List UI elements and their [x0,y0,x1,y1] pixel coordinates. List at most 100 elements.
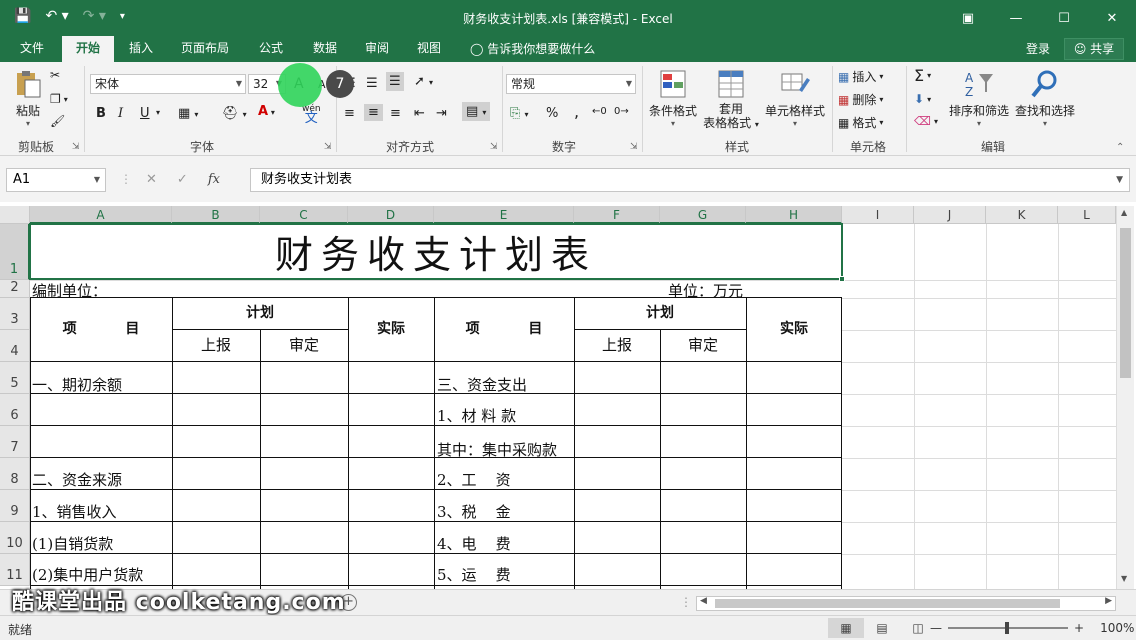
share-button[interactable]: ☺ 共享 [1064,38,1124,60]
phonetic-guide-icon[interactable]: wén 文 [302,104,321,125]
tab-insert[interactable]: 插入 [118,36,164,62]
right-item-cell[interactable]: 5、运 费 [437,564,511,585]
column-header-i[interactable]: I [842,206,914,224]
normal-view-icon[interactable]: ▦ [828,618,864,638]
fill-icon[interactable]: ⬇ ▾ [914,92,931,106]
copy-icon[interactable]: ❐ ▾ [50,92,68,106]
zoom-level[interactable]: 100% [1100,621,1134,635]
align-center-icon[interactable]: ≡ [364,104,383,121]
name-box[interactable]: A1 ▼ [6,168,106,192]
format-cells-button[interactable]: ▦ 格式 ▾ [838,114,883,131]
select-all-corner[interactable] [0,206,30,224]
font-color-icon[interactable]: A ▾ [258,104,275,119]
header-plan-left[interactable]: 计划 [172,302,348,322]
right-item-cell[interactable]: 4、电 费 [437,533,511,554]
tab-page-layout[interactable]: 页面布局 [172,36,238,62]
right-item-cell[interactable]: 3、税 金 [437,501,511,522]
scroll-left-icon[interactable]: ◀ [700,596,707,606]
right-item-cell[interactable]: 三、资金支出 [437,374,527,395]
column-header-g[interactable]: G [660,206,746,224]
insert-function-icon[interactable]: fx [208,172,220,187]
underline-button[interactable]: U [140,106,150,121]
tab-review[interactable]: 审阅 [354,36,400,62]
clipboard-launcher-icon[interactable]: ⇲ [72,142,80,152]
zoom-out-icon[interactable]: — [930,621,942,635]
zoom-slider[interactable] [948,622,1068,634]
align-bottom-icon[interactable]: ☰ [386,72,404,91]
collapse-ribbon-icon[interactable]: ⌃ [1116,142,1124,153]
percent-button[interactable]: % [546,106,558,121]
fill-handle[interactable] [839,276,845,282]
insert-cells-button[interactable]: ▦ 插入 ▾ [838,68,883,85]
column-header-j[interactable]: J [914,206,986,224]
scroll-up-icon[interactable]: ▲ [1121,208,1127,217]
header-actual-right[interactable]: 实际 [746,318,842,338]
format-painter-icon[interactable]: 🖌 [50,114,65,128]
tab-formulas[interactable]: 公式 [248,36,294,62]
currency-icon[interactable]: ⎘ ▾ [510,106,529,121]
row-header-6[interactable]: 6 [0,394,30,426]
tab-data[interactable]: 数据 [302,36,348,62]
column-header-d[interactable]: D [348,206,434,224]
clear-icon[interactable]: ⌫ ▾ [914,114,938,128]
format-as-table-button[interactable]: 套用 表格格式 ▾ [700,68,762,132]
tab-view[interactable]: 视图 [406,36,452,62]
row-header-10[interactable]: 10 [0,522,30,554]
number-format-select[interactable]: 常规 ▼ [506,74,636,94]
zoom-slider-knob[interactable] [1005,622,1009,634]
column-header-c[interactable]: C [260,206,348,224]
right-item-cell[interactable]: 1、材 料 款 [437,405,516,426]
orientation-icon[interactable]: ➚ ▾ [414,74,433,89]
chevron-down-icon[interactable]: ▾ [156,108,160,117]
find-select-button[interactable]: 查找和选择 ▾ [1012,68,1078,128]
left-item-cell[interactable]: 1、销售收入 [32,501,117,522]
header-item-right[interactable]: 项 目 [434,318,574,338]
tab-file[interactable]: 文件 [8,36,56,62]
column-header-b[interactable]: B [172,206,260,224]
horizontal-scrollbar[interactable]: ◀ ▶ [696,596,1116,611]
row-header-11[interactable]: 11 [0,554,30,586]
tell-me-box[interactable]: ◯ 告诉我你想要做什么 [470,40,595,57]
left-item-cell[interactable]: (2)集中用户货款 [32,564,143,585]
row-header-2[interactable]: 2 [0,280,30,298]
align-left-icon[interactable]: ≡ [344,106,355,121]
worksheet-grid[interactable]: A B C D E F G H I J K L 1 2 3 4 5 6 7 8 … [0,202,1136,589]
header-approve-left[interactable]: 审定 [260,334,348,355]
row-header-9[interactable]: 9 [0,490,30,522]
sort-filter-button[interactable]: AZ 排序和筛选 ▾ [946,68,1012,128]
vertical-scroll-thumb[interactable] [1120,228,1131,378]
page-layout-view-icon[interactable]: ▤ [864,618,900,638]
italic-button[interactable]: I [118,106,123,121]
login-link[interactable]: 登录 [1026,40,1050,57]
decrease-indent-icon[interactable]: ⇤ [414,106,425,121]
font-name-select[interactable]: 宋体 ▼ [90,74,246,94]
merge-center-icon[interactable]: ▤ ▾ [462,102,491,121]
row-header-1[interactable]: 1 [0,224,30,280]
align-right-icon[interactable]: ≡ [390,106,401,121]
left-item-cell[interactable]: (1)自销货款 [32,533,113,554]
increase-indent-icon[interactable]: ⇥ [436,106,447,121]
autosum-icon[interactable]: Σ ▾ [914,66,931,85]
font-launcher-icon[interactable]: ⇲ [324,142,332,152]
row-header-4[interactable]: 4 [0,330,30,362]
ribbon-display-icon[interactable]: ▣ [944,0,992,36]
left-item-cell[interactable]: 二、资金来源 [32,469,122,490]
row-header-3[interactable]: 3 [0,298,30,330]
column-header-a[interactable]: A [30,206,172,224]
tab-home[interactable]: 开始 [62,36,114,62]
column-header-e[interactable]: E [434,206,574,224]
cut-icon[interactable]: ✂ [50,68,60,82]
scroll-right-icon[interactable]: ▶ [1105,596,1112,606]
comma-button[interactable]: , [574,102,579,121]
alignment-launcher-icon[interactable]: ⇲ [490,142,498,152]
tab-split-grip[interactable]: ⋮ [680,595,692,609]
close-icon[interactable]: ✕ [1088,0,1136,36]
column-header-f[interactable]: F [574,206,660,224]
column-header-l[interactable]: L [1058,206,1116,224]
decrease-decimal-icon[interactable]: 0→ [614,106,629,117]
vertical-scrollbar[interactable]: ▲ ▼ [1116,206,1134,589]
row-header-8[interactable]: 8 [0,458,30,490]
zoom-in-icon[interactable]: + [1074,621,1084,635]
enter-icon[interactable]: ✓ [177,172,188,187]
header-report-left[interactable]: 上报 [172,334,260,355]
